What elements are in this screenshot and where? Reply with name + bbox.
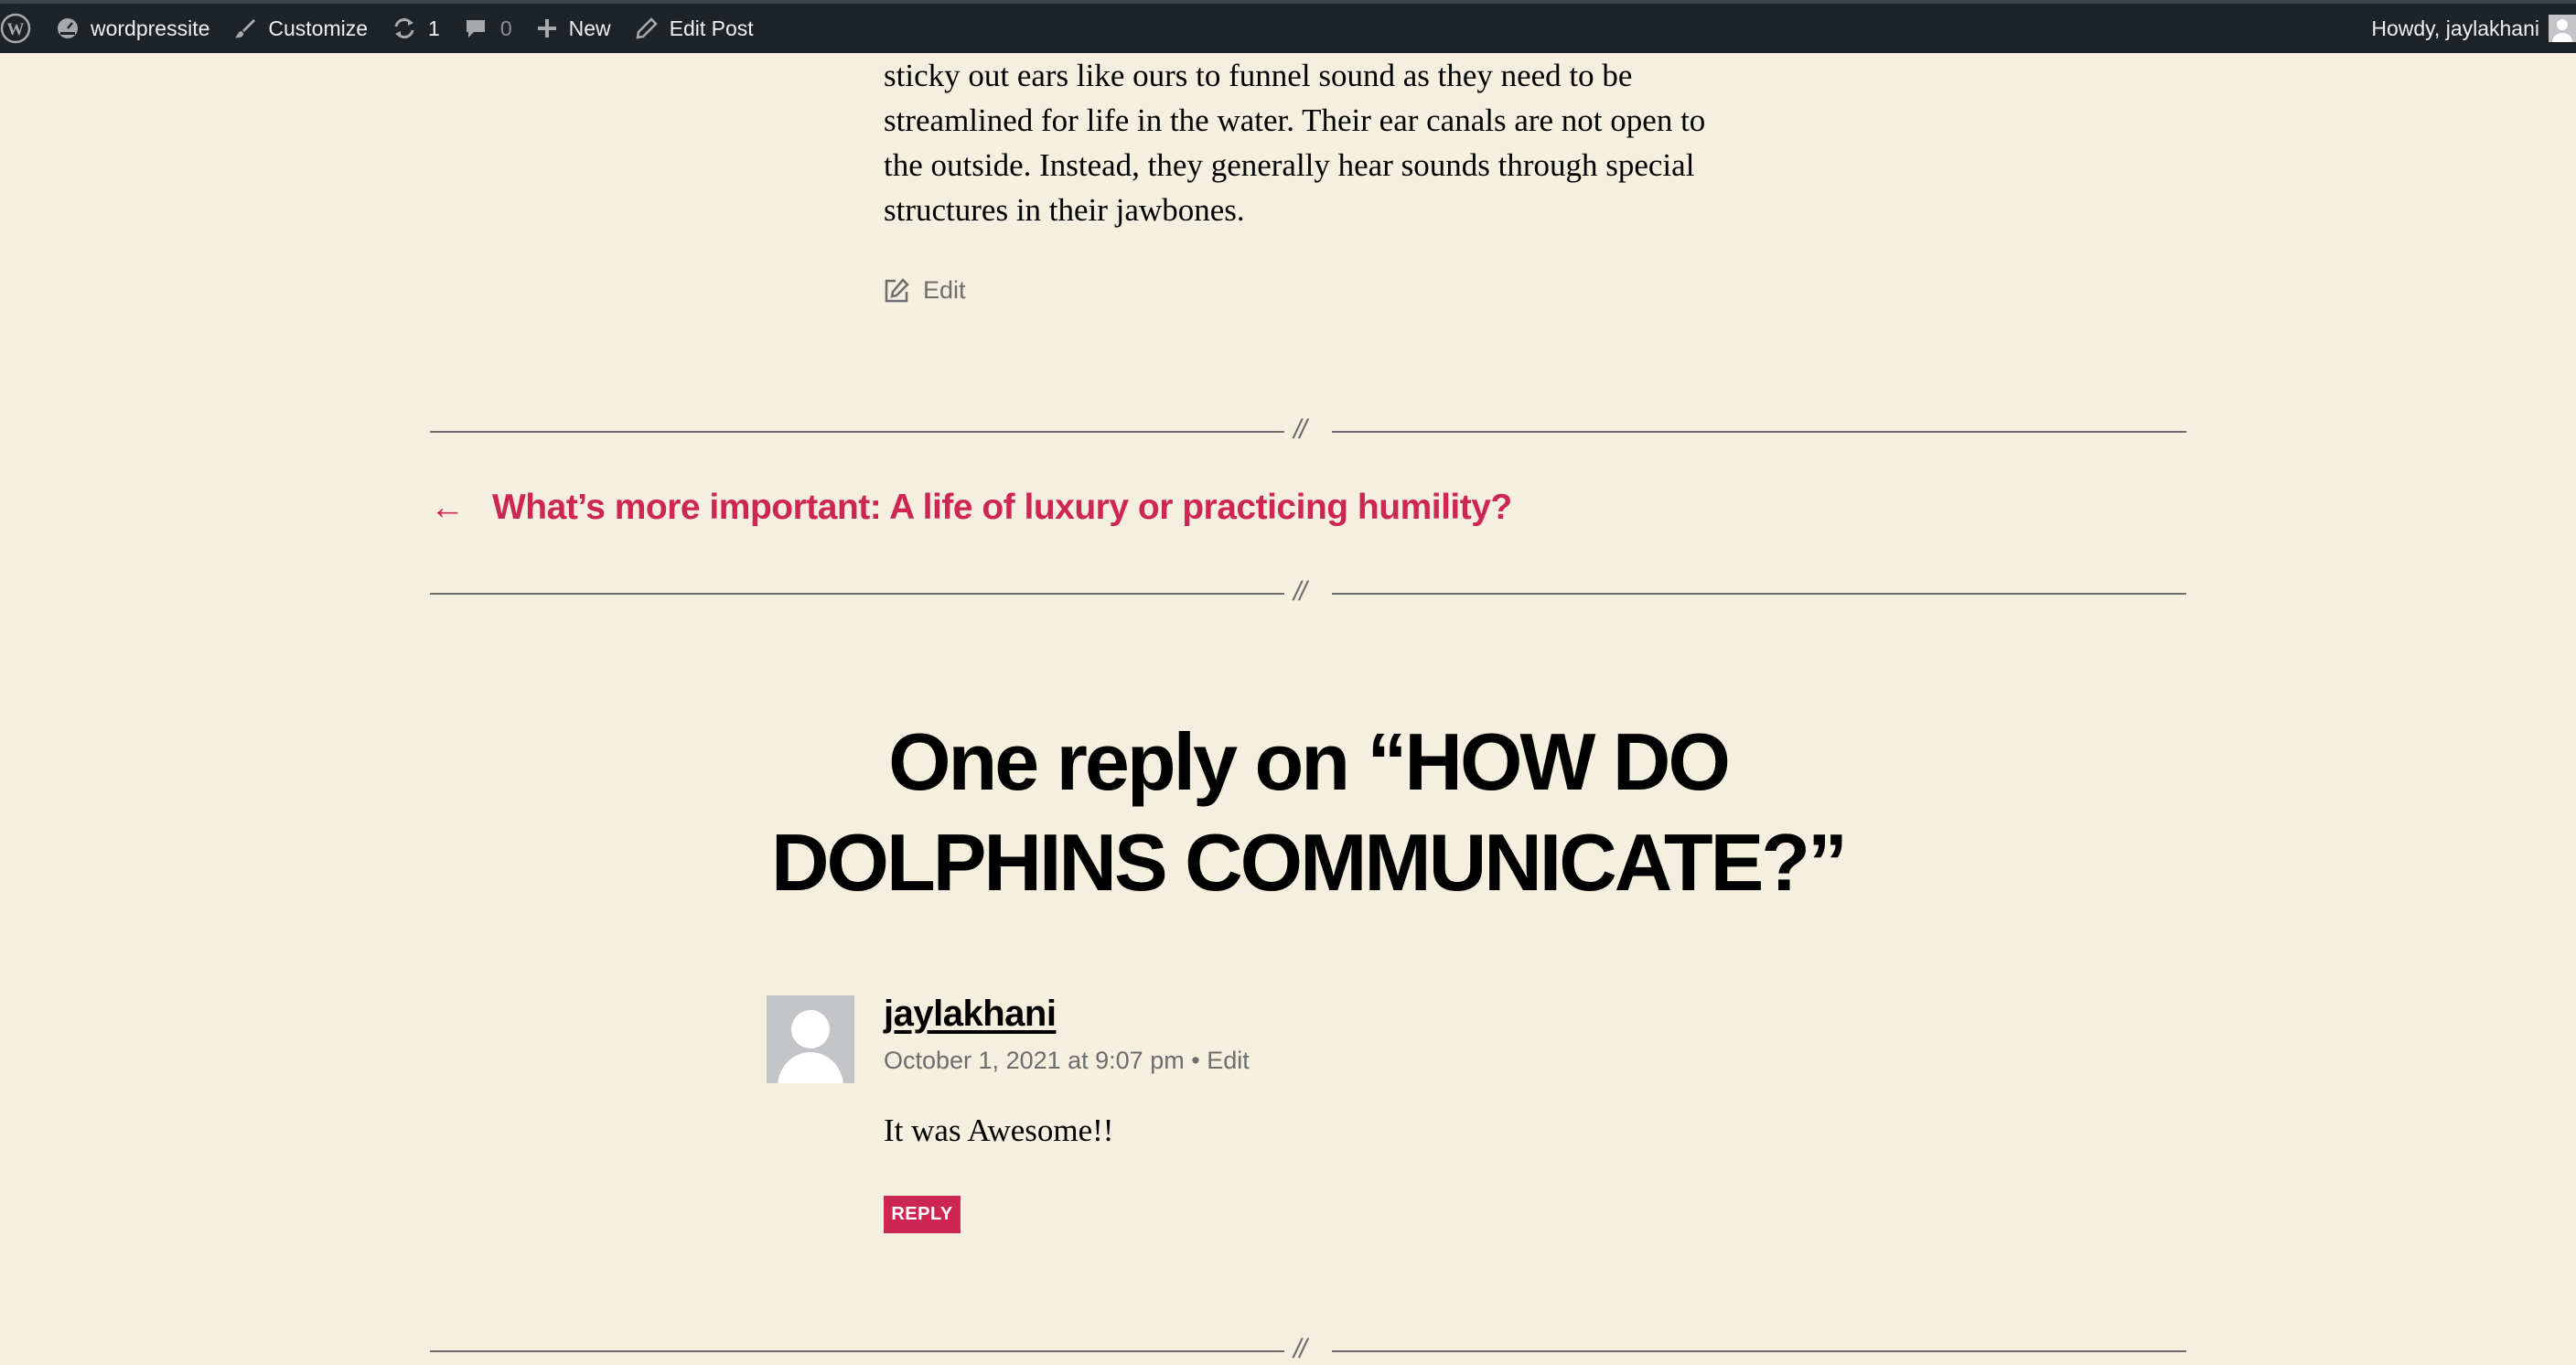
admin-bar: W wordpressite Customize 1 0 New Edit Po… [0,0,2576,53]
edit-post-link[interactable]: Edit Post [623,4,766,53]
separator: // [430,1334,2186,1365]
comment-text: It was Awesome!! [884,1112,1114,1148]
post-text-line: streamlined for life in the water. Their… [884,102,1706,138]
separator-slashes: // [1293,1334,1307,1364]
previous-post-title: What’s more important: A life of luxury … [492,488,1512,527]
comment-bubble-icon [466,20,485,38]
post-content: sticky out ears like ours to funnel soun… [884,53,1744,232]
updates-icon [394,18,414,38]
site-name-label: wordpressite [91,16,210,40]
edit-label: Edit [923,276,966,304]
comment-date-link[interactable]: October 1, 2021 at 9:07 pm [884,1047,1185,1074]
previous-post-link[interactable]: ← What’s more important: A life of luxur… [430,488,1512,528]
reply-button[interactable]: REPLY [884,1196,961,1233]
comments-heading-line: One reply on “HOW DO [888,716,1731,807]
updates-link[interactable]: 1 [380,4,452,53]
svg-text:W: W [7,20,25,39]
edit-post-inline-link[interactable]: Edit [883,276,966,305]
comment-author-link[interactable]: jaylakhani [884,994,1057,1035]
separator-slashes: // [1293,414,1307,445]
comment-meta: October 1, 2021 at 9:07 pm • Edit [884,1047,1250,1075]
dashboard-icon [58,18,78,38]
separator: // [430,414,2186,446]
site-name-menu[interactable]: wordpressite [44,4,221,53]
comment-edit-link[interactable]: Edit [1207,1047,1250,1074]
post-text-line: the outside. Instead, they generally hea… [884,147,1695,183]
howdy-label: Howdy, jaylakhani [2371,16,2539,40]
separator-slashes: // [1293,576,1307,607]
my-account-menu[interactable]: Howdy, jaylakhani [2359,4,2576,53]
pencil-icon [636,17,658,39]
wordpress-logo-icon[interactable]: W [0,4,44,53]
edit-post-label: Edit Post [669,16,754,40]
comments-heading: One reply on “HOW DO DOLPHINS COMMUNICAT… [457,712,2159,913]
plus-icon [537,19,556,38]
updates-count: 1 [428,16,440,40]
comments-count: 0 [499,16,512,40]
comments-link[interactable]: 0 [452,4,524,53]
customize-label: Customize [268,16,369,40]
new-content-menu[interactable]: New [524,4,623,53]
post-text-line: sticky out ears like ours to funnel soun… [884,58,1633,93]
arrow-left-icon: ← [430,489,465,527]
avatar [2549,15,2576,42]
post-text-line: structures in their jawbones. [884,192,1245,228]
comment-avatar [767,995,854,1083]
meta-separator: • [1191,1047,1200,1074]
paintbrush-icon [235,19,256,38]
customize-link[interactable]: Customize [221,4,380,53]
comments-heading-line: DOLPHINS COMMUNICATE?” [770,817,1848,908]
new-label: New [568,16,611,40]
separator: // [430,576,2186,607]
edit-icon [885,277,909,302]
